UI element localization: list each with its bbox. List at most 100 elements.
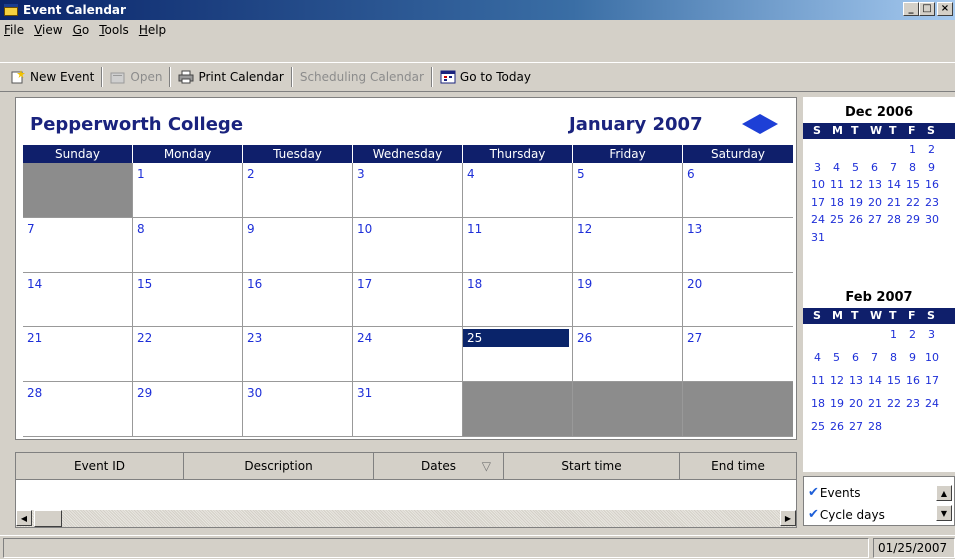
day-cell[interactable]: 22 [133,327,243,383]
mini-day[interactable]: 24 [811,213,825,226]
mini-day[interactable]: 4 [814,351,821,364]
scroll-thumb[interactable] [34,510,62,527]
mini-day[interactable]: 19 [849,196,863,209]
mini-day[interactable]: 15 [906,178,920,191]
day-cell[interactable]: 17 [353,272,463,328]
mini-day[interactable]: 5 [833,351,840,364]
mini-day[interactable]: 26 [830,420,844,433]
day-cell[interactable]: 20 [683,272,793,328]
mini-day[interactable]: 12 [849,178,863,191]
mini-day[interactable]: 4 [833,161,840,174]
mini-day[interactable]: 7 [890,161,897,174]
day-cell[interactable]: 27 [683,327,793,383]
mini-day[interactable]: 3 [928,328,935,341]
mini-day[interactable]: 13 [868,178,882,191]
mini-day[interactable]: 18 [830,196,844,209]
menu-go[interactable]: Go [73,23,90,37]
mini-day[interactable]: 2 [909,328,916,341]
day-cell[interactable]: 29 [133,382,243,437]
day-cell[interactable]: 28 [23,382,133,437]
mini-day[interactable]: 23 [925,196,939,209]
day-cell[interactable]: 31 [353,382,463,437]
menu-file[interactable]: File [4,23,24,37]
mini-day[interactable]: 19 [830,397,844,410]
mini-day[interactable]: 8 [909,161,916,174]
close-button[interactable]: × [937,2,953,16]
mini-day[interactable]: 10 [925,351,939,364]
day-cell[interactable]: 30 [243,382,353,437]
mini-day[interactable]: 6 [871,161,878,174]
col-start-time[interactable]: Start time [504,453,680,480]
mini-day[interactable]: 24 [925,397,939,410]
mini-day[interactable]: 8 [890,351,897,364]
prev-month-icon[interactable] [742,114,760,134]
day-cell[interactable]: 21 [23,327,133,383]
go-to-today-button[interactable]: Go to Today [436,66,535,88]
menu-help[interactable]: Help [139,23,166,37]
mini-day[interactable]: 22 [887,397,901,410]
mini-day[interactable]: 31 [811,231,825,244]
mini-day[interactable]: 3 [814,161,821,174]
open-button[interactable]: Open [106,66,166,88]
mini-day[interactable]: 23 [906,397,920,410]
col-end-time[interactable]: End time [680,453,796,480]
mini-day[interactable]: 17 [811,196,825,209]
day-cell[interactable]: 16 [243,272,353,328]
scroll-up-icon[interactable]: ▲ [936,485,952,501]
day-cell[interactable]: 19 [573,272,683,328]
col-dates[interactable]: Dates ▽ [374,453,504,480]
mini-day[interactable]: 9 [928,161,935,174]
day-cell[interactable]: 1 [133,163,243,218]
minimize-button[interactable]: _ [903,2,919,16]
mini-day[interactable]: 6 [852,351,859,364]
mini-day[interactable]: 14 [868,374,882,387]
mini-day[interactable]: 16 [906,374,920,387]
menu-view[interactable]: View [34,23,62,37]
mini-day[interactable]: 11 [830,178,844,191]
mini-day[interactable]: 16 [925,178,939,191]
col-description[interactable]: Description [184,453,374,480]
mini-day[interactable]: 14 [887,178,901,191]
mini-day[interactable]: 21 [868,397,882,410]
day-cell[interactable]: 10 [353,217,463,273]
mini-day[interactable]: 21 [887,196,901,209]
new-event-button[interactable]: New Event [6,66,98,88]
mini-day[interactable]: 18 [811,397,825,410]
maximize-button[interactable]: □ [919,2,935,16]
mini-day[interactable]: 9 [909,351,916,364]
mini-day[interactable]: 28 [868,420,882,433]
horizontal-scrollbar[interactable]: ◀ ▶ [16,510,796,527]
scroll-left-icon[interactable]: ◀ [16,510,32,526]
day-cell[interactable]: 11 [463,217,573,273]
mini-day[interactable]: 10 [811,178,825,191]
mini-day[interactable]: 28 [887,213,901,226]
day-cell[interactable]: 4 [463,163,573,218]
mini-day[interactable]: 13 [849,374,863,387]
mini-day[interactable]: 1 [909,143,916,156]
mini-day[interactable]: 2 [928,143,935,156]
day-cell[interactable]: 15 [133,272,243,328]
scheduling-calendar-button[interactable]: Scheduling Calendar [296,66,428,88]
day-cell[interactable]: 18 [463,272,573,328]
day-cell[interactable]: 3 [353,163,463,218]
legend-events[interactable]: ✔ Events [808,485,861,500]
print-calendar-button[interactable]: Print Calendar [174,66,287,88]
mini-day[interactable]: 27 [849,420,863,433]
col-event-id[interactable]: Event ID [16,453,184,480]
mini-day[interactable]: 29 [906,213,920,226]
day-cell[interactable]: 23 [243,327,353,383]
mini-day[interactable]: 26 [849,213,863,226]
mini-day[interactable]: 25 [830,213,844,226]
day-cell[interactable]: 13 [683,217,793,273]
next-month-icon[interactable] [760,114,778,134]
mini-day[interactable]: 20 [849,397,863,410]
mini-day[interactable]: 12 [830,374,844,387]
day-cell[interactable]: 25 [463,327,573,383]
mini-day[interactable]: 20 [868,196,882,209]
day-cell[interactable]: 6 [683,163,793,218]
day-cell[interactable]: 2 [243,163,353,218]
mini-day[interactable]: 17 [925,374,939,387]
mini-day[interactable]: 30 [925,213,939,226]
mini-day[interactable]: 25 [811,420,825,433]
mini-day[interactable]: 5 [852,161,859,174]
